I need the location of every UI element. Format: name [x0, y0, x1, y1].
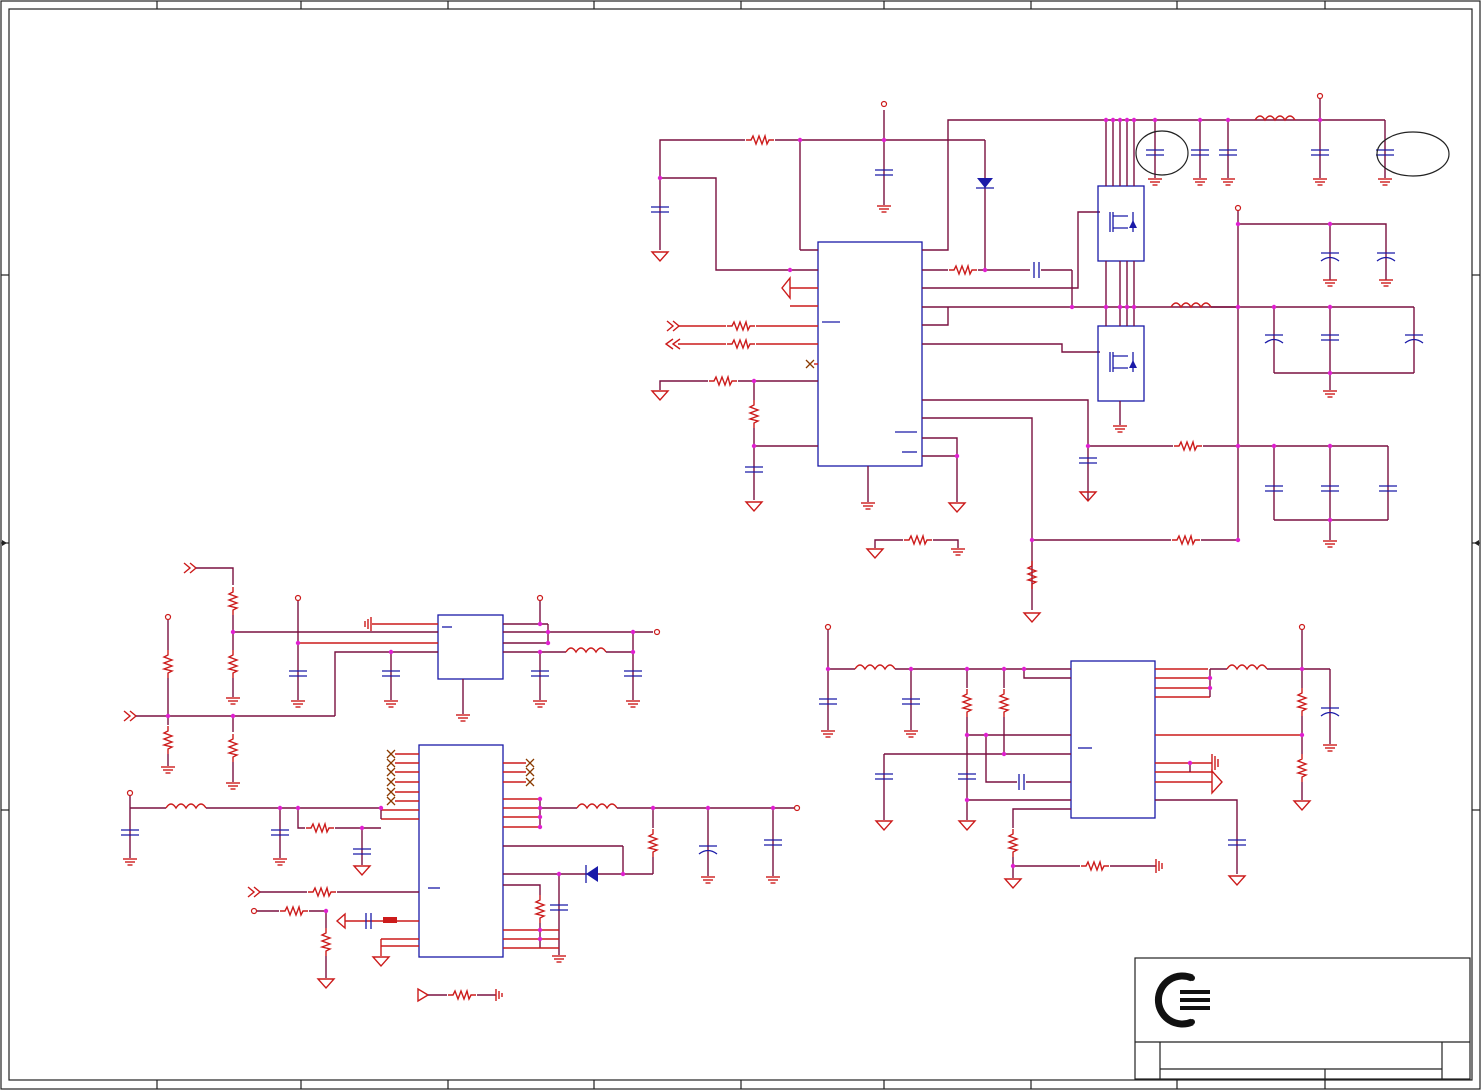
buck-converter-block [650, 92, 1450, 623]
boost-converter-block [120, 744, 801, 1003]
company-logo-icon [1154, 972, 1210, 1028]
low-side-mosfet [1097, 325, 1145, 402]
secondary-regulator-ic [1070, 660, 1156, 819]
schematic-sheet [0, 0, 1481, 1090]
title-block [1134, 957, 1471, 1080]
secondary-regulator-block [818, 623, 1340, 889]
sheet-frame [0, 0, 1481, 1090]
high-side-mosfet [1097, 185, 1145, 262]
boost-controller-ic [418, 744, 504, 958]
regulator-ic [437, 614, 504, 680]
